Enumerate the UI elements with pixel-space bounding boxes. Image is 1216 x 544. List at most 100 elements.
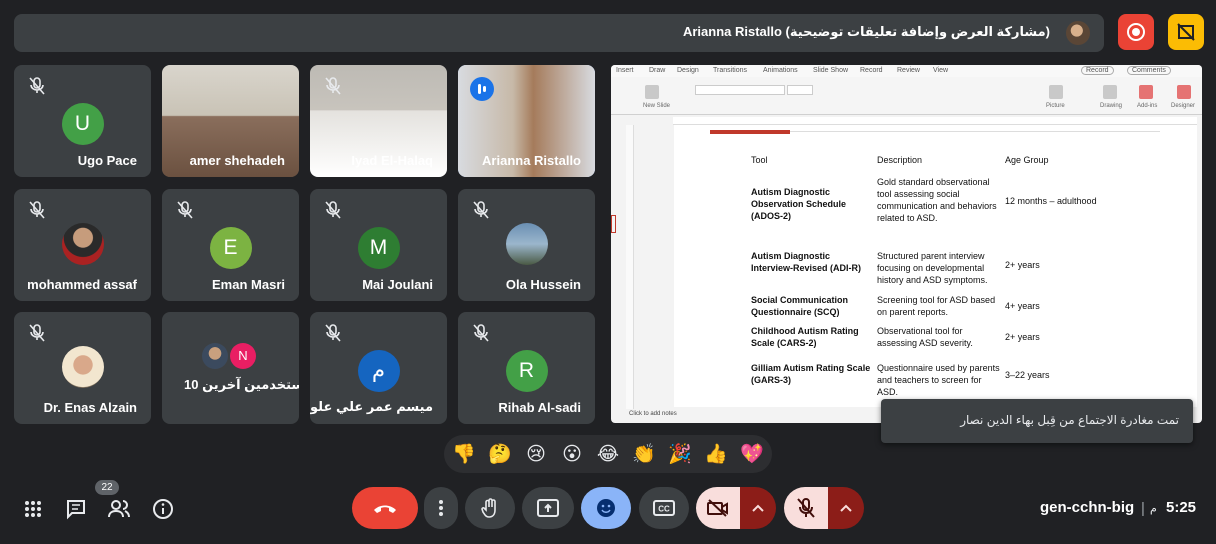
- slide-thumbnail-marker[interactable]: [611, 215, 616, 233]
- presentation-screen[interactable]: Insert Draw Design Transitions Animation…: [611, 65, 1202, 423]
- separator: |: [1141, 500, 1145, 517]
- add-ins-icon[interactable]: [1139, 85, 1153, 99]
- ribbon: New Slide Picture Drawing Add-ins Design…: [611, 77, 1202, 115]
- table-cell-tool: Autism Diagnostic Observation Schedule (…: [751, 187, 847, 221]
- recording-button[interactable]: [1118, 14, 1154, 50]
- add-ins-label: Add-ins: [1137, 103, 1158, 109]
- camera-toggle-button[interactable]: [696, 487, 740, 529]
- participant-name: Ola Hussein: [505, 277, 581, 292]
- captions-button[interactable]: CC: [639, 487, 689, 529]
- designer-icon[interactable]: [1177, 85, 1191, 99]
- font-size-box[interactable]: [787, 85, 813, 95]
- camera-off-icon: [707, 499, 728, 517]
- mic-off-icon: [325, 324, 341, 342]
- table-cell-description: Screening tool for ASD based on parent r…: [877, 295, 996, 317]
- present-screen-icon: [537, 499, 559, 517]
- reaction-thumbs-up[interactable]: 👍: [703, 441, 729, 467]
- new-slide-icon[interactable]: [645, 85, 659, 99]
- participant-tile[interactable]: R Rihab Al-sadi: [458, 312, 595, 424]
- table-cell-tool: Social Communication Questionnaire (SCQ): [751, 295, 849, 317]
- menu-review[interactable]: Review: [897, 67, 920, 74]
- no-highlight-icon: [1177, 23, 1195, 41]
- reaction-heart[interactable]: 💖: [739, 441, 765, 467]
- menu-view[interactable]: View: [933, 67, 948, 74]
- table-header-age: Age Group: [1005, 155, 1049, 165]
- notes-hint[interactable]: Click to add notes: [629, 411, 677, 417]
- menu-design[interactable]: Design: [677, 67, 699, 74]
- clock: 5:25: [1166, 499, 1197, 516]
- info-icon[interactable]: [152, 498, 174, 520]
- reaction-laughing[interactable]: 😂: [595, 441, 621, 467]
- table-cell-age: 4+ years: [1005, 301, 1040, 311]
- menu-insert[interactable]: Insert: [616, 67, 634, 74]
- menu-draw[interactable]: Draw: [649, 67, 665, 74]
- participant-tile[interactable]: م ميسم عمر علي علوان: [310, 312, 447, 424]
- mic-options-button[interactable]: [828, 487, 864, 529]
- picture-label: Picture: [1046, 103, 1065, 109]
- slide-canvas[interactable]: Tool Description Age Group Autism Diagno…: [674, 125, 1197, 407]
- participant-tile[interactable]: Iyad El-Halaq: [310, 65, 447, 177]
- menu-record[interactable]: Record: [860, 67, 883, 74]
- participant-avatar: م: [357, 350, 400, 392]
- participant-tile[interactable]: Arianna Ristallo: [458, 65, 595, 177]
- mic-off-icon: [325, 77, 341, 95]
- comments-pill[interactable]: Comments: [1127, 66, 1171, 75]
- camera-options-button[interactable]: [740, 487, 776, 529]
- participant-avatar: R: [505, 350, 548, 392]
- participant-tile[interactable]: mohammed assaf: [14, 189, 151, 301]
- picture-icon[interactable]: [1049, 85, 1063, 99]
- emoji-icon: [597, 499, 615, 517]
- reaction-bar: 👎 🤔 😢 😮 😂 👏 🎉 👍 💖: [444, 435, 772, 473]
- menu-slideshow[interactable]: Slide Show: [813, 67, 848, 74]
- mic-toggle-button[interactable]: [784, 487, 828, 529]
- record-pill[interactable]: Record: [1081, 66, 1114, 75]
- participant-avatar: M: [357, 227, 400, 269]
- mic-off-icon: [325, 201, 341, 219]
- leave-notification-text: تمت مغادرة الاجتماع من قِبل بهاء الدين ن…: [960, 413, 1179, 427]
- reaction-surprised[interactable]: 😮: [559, 441, 585, 467]
- reaction-sad[interactable]: 😢: [523, 441, 549, 467]
- table-cell-description: Structured parent interview focusing on …: [877, 251, 988, 285]
- speaking-indicator-icon: [470, 77, 494, 101]
- drawing-icon[interactable]: [1103, 85, 1117, 99]
- reaction-thumbs-down[interactable]: 👎: [451, 441, 477, 467]
- svg-text:CC: CC: [658, 505, 670, 514]
- table-cell-description: Observational tool for assessing ASD sev…: [877, 326, 973, 348]
- participant-tile[interactable]: U Ugo Pace: [14, 65, 151, 177]
- participant-tile[interactable]: amer shehadeh: [162, 65, 299, 177]
- people-icon[interactable]: [108, 498, 130, 520]
- participant-name: mohammed assaf: [27, 277, 137, 292]
- reaction-clapping[interactable]: 👏: [631, 441, 657, 467]
- participant-tile[interactable]: N 10 مستخدمين آخرين: [162, 312, 299, 424]
- participant-tile[interactable]: Dr. Enas Alzain: [14, 312, 151, 424]
- chevron-up-icon: [840, 504, 852, 512]
- reaction-thinking[interactable]: 🤔: [487, 441, 513, 467]
- participant-avatar: U: [61, 103, 104, 145]
- new-slide-label: New Slide: [643, 103, 671, 109]
- table-cell-age: 12 months – adulthood: [1005, 196, 1097, 206]
- vertical-ruler: [626, 125, 634, 409]
- menu-animations[interactable]: Animations: [763, 67, 798, 74]
- participant-name: ميسم عمر علي علوان: [310, 399, 433, 414]
- leave-call-button[interactable]: [352, 487, 418, 529]
- present-screen-button[interactable]: [522, 487, 574, 529]
- participant-avatar: [505, 223, 548, 265]
- reactions-button[interactable]: [581, 487, 631, 529]
- reaction-party[interactable]: 🎉: [667, 441, 693, 467]
- hang-up-icon: [374, 505, 396, 513]
- participant-name: Rihab Al-sadi: [498, 400, 581, 415]
- participant-tile[interactable]: M Mai Joulani: [310, 189, 447, 301]
- chevron-up-icon: [752, 504, 764, 512]
- no-highlight-button[interactable]: [1168, 14, 1204, 50]
- participant-tile[interactable]: E Eman Masri: [162, 189, 299, 301]
- raise-hand-button[interactable]: [465, 487, 515, 529]
- participant-name: amer shehadeh: [189, 153, 285, 168]
- menu-transitions[interactable]: Transitions: [713, 67, 747, 74]
- table-cell-age: 2+ years: [1005, 332, 1040, 342]
- more-options-button[interactable]: [424, 487, 458, 529]
- participant-tile[interactable]: Ola Hussein: [458, 189, 595, 301]
- chat-icon[interactable]: [65, 498, 87, 520]
- apps-grid-icon[interactable]: [22, 498, 44, 520]
- more-vert-icon: [439, 500, 443, 516]
- font-family-box[interactable]: [695, 85, 785, 95]
